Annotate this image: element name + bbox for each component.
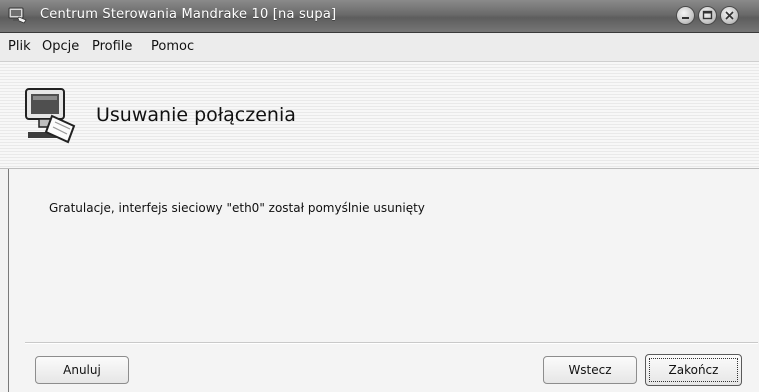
close-button[interactable] (720, 6, 739, 25)
back-button[interactable]: Wstecz (543, 356, 637, 384)
cancel-button[interactable]: Anuluj (35, 356, 129, 384)
menu-bar: Plik Opcje Profile Pomoc (0, 33, 759, 62)
maximize-icon (702, 10, 713, 20)
back-button-label: Wstecz (568, 363, 612, 377)
network-computer-icon (22, 86, 80, 148)
title-bar[interactable]: Centrum Sterowania Mandrake 10 [na supa] (0, 0, 759, 33)
maximize-button[interactable] (698, 6, 717, 25)
menu-profiles[interactable]: Profile (92, 39, 132, 54)
focus-ring (649, 358, 738, 382)
menu-help[interactable]: Pomoc (151, 39, 194, 54)
menu-options[interactable]: Opcje (42, 39, 79, 54)
close-icon (725, 11, 734, 20)
minimize-icon (682, 17, 689, 19)
wizard-content: Gratulacje, interfejs sieciowy "eth0" zo… (8, 169, 759, 392)
minimize-button[interactable] (676, 6, 695, 25)
wizard-header: Usuwanie połączenia (0, 62, 759, 169)
window-title: Centrum Sterowania Mandrake 10 [na supa] (40, 7, 337, 22)
application-window: Centrum Sterowania Mandrake 10 [na supa]… (0, 0, 759, 392)
page-title: Usuwanie połączenia (96, 104, 296, 126)
finish-button[interactable]: Zakończ (645, 354, 742, 386)
status-message: Gratulacje, interfejs sieciowy "eth0" zo… (49, 201, 425, 215)
cancel-button-label: Anuluj (63, 363, 101, 377)
menu-file[interactable]: Plik (8, 39, 31, 54)
separator (25, 342, 758, 344)
app-icon[interactable] (8, 7, 28, 24)
